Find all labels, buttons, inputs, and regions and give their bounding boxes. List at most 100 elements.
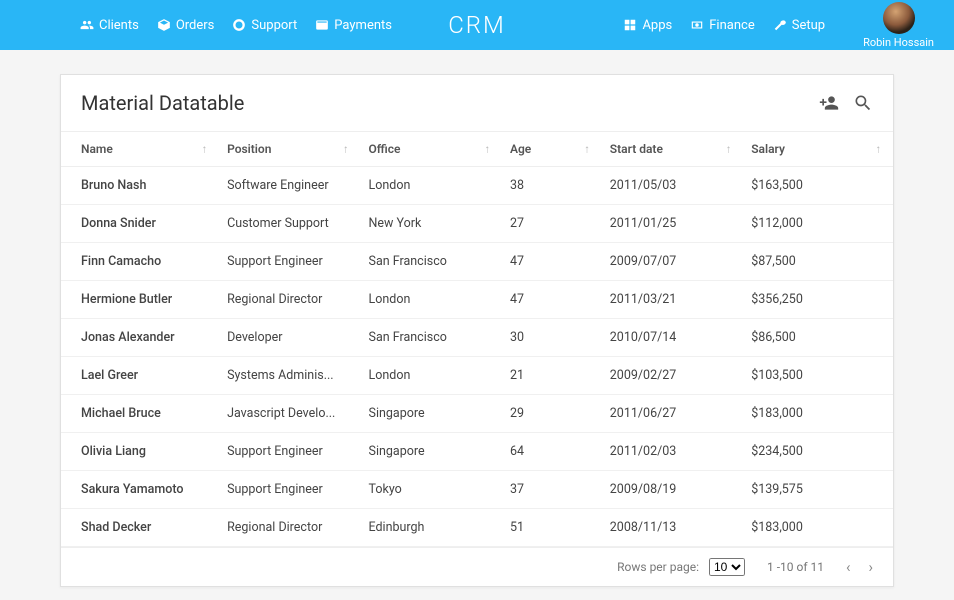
cell-salary: $183,000 [743, 395, 893, 433]
cell-office: San Francisco [361, 243, 502, 281]
pager: ‹ › [846, 558, 873, 576]
nav-support[interactable]: Support [232, 18, 297, 33]
finance-icon [690, 18, 704, 32]
cell-position: Software Engineer [219, 167, 360, 205]
cell-salary: $139,575 [743, 471, 893, 509]
orders-icon [157, 18, 171, 32]
cell-salary: $86,500 [743, 319, 893, 357]
cell-office: London [361, 357, 502, 395]
cell-position: Systems Adminis... [219, 357, 360, 395]
cell-name: Sakura Yamamoto [61, 471, 219, 509]
sort-arrow-icon: ↑ [484, 143, 490, 156]
col-header-position[interactable]: Position↑ [219, 132, 360, 167]
support-icon [232, 18, 246, 32]
cell-office: Singapore [361, 433, 502, 471]
table-row[interactable]: Jonas AlexanderDeveloperSan Francisco302… [61, 319, 893, 357]
nav-orders[interactable]: Orders [157, 18, 215, 33]
table-row[interactable]: Lael GreerSystems Adminis...London212009… [61, 357, 893, 395]
cell-age: 27 [502, 205, 602, 243]
topbar: Clients Orders Support Payments CRM Apps… [0, 0, 954, 50]
nav-clients[interactable]: Clients [80, 18, 139, 33]
cell-position: Regional Director [219, 509, 360, 547]
cell-start: 2009/02/27 [602, 357, 743, 395]
table-row[interactable]: Donna SniderCustomer SupportNew York2720… [61, 205, 893, 243]
cell-start: 2008/11/13 [602, 509, 743, 547]
rows-per-select[interactable]: 10 [709, 558, 745, 576]
cell-office: San Francisco [361, 319, 502, 357]
cell-salary: $356,250 [743, 281, 893, 319]
cell-age: 64 [502, 433, 602, 471]
cell-age: 37 [502, 471, 602, 509]
nav-label: Setup [792, 18, 825, 33]
cell-office: Singapore [361, 395, 502, 433]
cell-start: 2011/02/03 [602, 433, 743, 471]
cell-start: 2009/08/19 [602, 471, 743, 509]
nav-label: Payments [334, 18, 392, 33]
cell-age: 38 [502, 167, 602, 205]
nav-label: Support [251, 18, 297, 33]
table-row[interactable]: Michael BruceJavascript Develo...Singapo… [61, 395, 893, 433]
cell-name: Olivia Liang [61, 433, 219, 471]
cell-name: Donna Snider [61, 205, 219, 243]
card-icon [315, 18, 329, 32]
nav-label: Finance [709, 18, 754, 33]
user-menu[interactable]: Robin Hossain [863, 2, 934, 49]
col-header-name[interactable]: Name↑ [61, 132, 219, 167]
cell-name: Hermione Butler [61, 281, 219, 319]
apps-icon [623, 18, 637, 32]
nav-apps[interactable]: Apps [623, 18, 672, 33]
add-user-icon[interactable] [819, 93, 839, 113]
col-header-office[interactable]: Office↑ [361, 132, 502, 167]
table-row[interactable]: Bruno NashSoftware EngineerLondon382011/… [61, 167, 893, 205]
cell-position: Support Engineer [219, 243, 360, 281]
card-title: Material Datatable [81, 91, 244, 115]
nav-label: Apps [642, 18, 672, 33]
datatable-card: Material Datatable Name↑ Position↑ Offic… [60, 74, 894, 587]
cell-office: Edinburgh [361, 509, 502, 547]
col-header-age[interactable]: Age↑ [502, 132, 602, 167]
user-name: Robin Hossain [863, 36, 934, 49]
nav-label: Clients [99, 18, 139, 33]
cell-age: 47 [502, 281, 602, 319]
page-range: 1 -10 of 11 [767, 560, 824, 574]
cell-name: Lael Greer [61, 357, 219, 395]
sort-arrow-icon: ↑ [584, 143, 590, 156]
avatar [883, 2, 915, 34]
prev-page-button[interactable]: ‹ [846, 558, 851, 576]
cell-name: Michael Bruce [61, 395, 219, 433]
cell-salary: $183,000 [743, 509, 893, 547]
cell-position: Support Engineer [219, 471, 360, 509]
search-icon[interactable] [853, 93, 873, 113]
brand-logo: CRM [448, 11, 506, 39]
cell-office: Tokyo [361, 471, 502, 509]
nav-right: Apps Finance Setup Robin Hossain [623, 2, 934, 49]
col-header-salary[interactable]: Salary↑ [743, 132, 893, 167]
cell-position: Customer Support [219, 205, 360, 243]
table-row[interactable]: Olivia LiangSupport EngineerSingapore642… [61, 433, 893, 471]
cell-position: Developer [219, 319, 360, 357]
next-page-button[interactable]: › [868, 558, 873, 576]
nav-payments[interactable]: Payments [315, 18, 392, 33]
card-header: Material Datatable [61, 75, 893, 131]
nav-finance[interactable]: Finance [690, 18, 754, 33]
table-row[interactable]: Hermione ButlerRegional DirectorLondon47… [61, 281, 893, 319]
cell-salary: $87,500 [743, 243, 893, 281]
cell-name: Shad Decker [61, 509, 219, 547]
cell-start: 2011/05/03 [602, 167, 743, 205]
nav-label: Orders [176, 18, 215, 33]
cell-age: 47 [502, 243, 602, 281]
sort-arrow-icon: ↑ [726, 143, 732, 156]
cell-salary: $234,500 [743, 433, 893, 471]
table-row[interactable]: Sakura YamamotoSupport EngineerTokyo3720… [61, 471, 893, 509]
cell-start: 2011/06/27 [602, 395, 743, 433]
col-header-start[interactable]: Start date↑ [602, 132, 743, 167]
data-table: Name↑ Position↑ Office↑ Age↑ Start date↑… [61, 131, 893, 547]
table-row[interactable]: Shad DeckerRegional DirectorEdinburgh512… [61, 509, 893, 547]
nav-setup[interactable]: Setup [773, 18, 825, 33]
cell-start: 2011/01/25 [602, 205, 743, 243]
sort-arrow-icon: ↑ [343, 143, 349, 156]
table-row[interactable]: Finn CamachoSupport EngineerSan Francisc… [61, 243, 893, 281]
cell-age: 51 [502, 509, 602, 547]
cell-office: London [361, 167, 502, 205]
table-footer: Rows per page: 10 1 -10 of 11 ‹ › [61, 547, 893, 586]
